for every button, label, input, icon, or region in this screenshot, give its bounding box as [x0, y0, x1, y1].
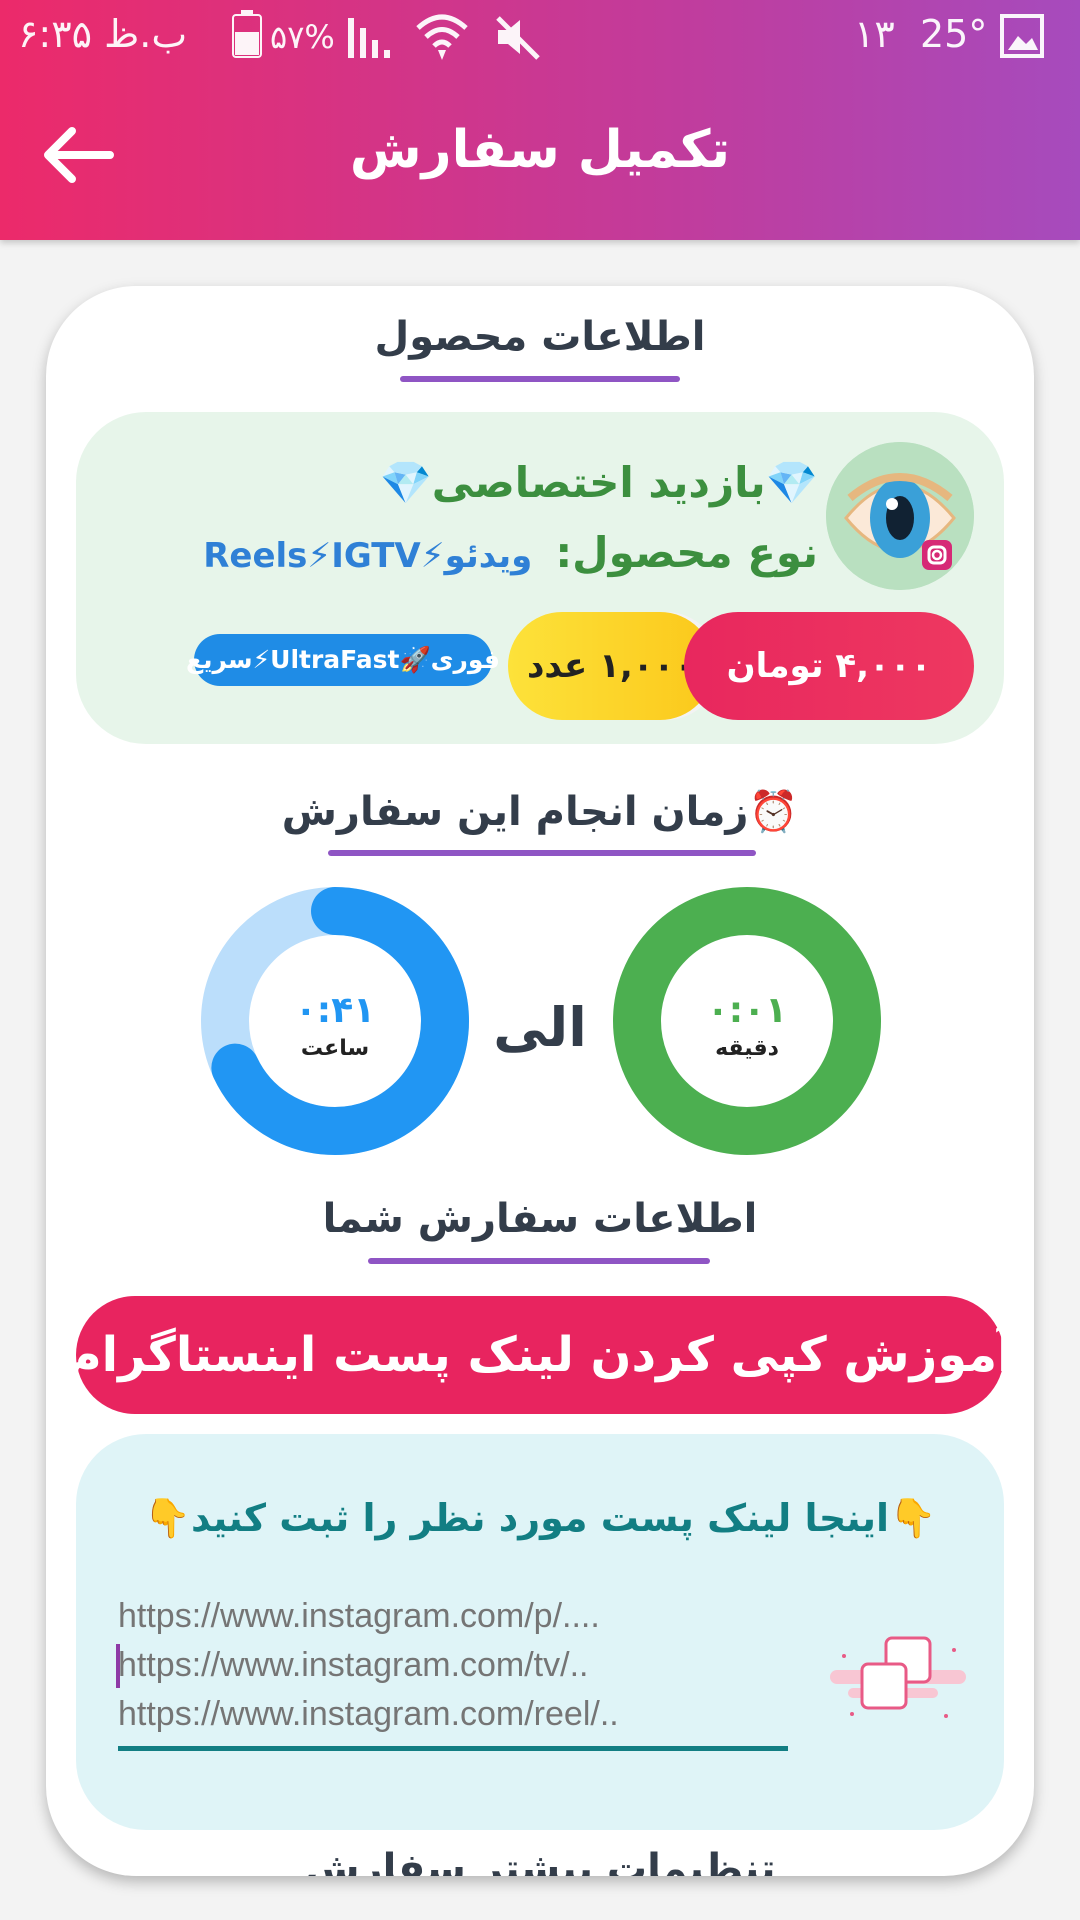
clock: ۶:۳۵ ب.ظ	[18, 12, 188, 56]
to-label: الی	[493, 996, 587, 1059]
min-time-value: ۰:۰۱	[706, 990, 788, 1031]
signal-icon	[346, 14, 396, 60]
copy-icon	[830, 1636, 966, 1718]
link-prompt: 👇اینجا لینک پست مورد نظر را ثبت کنید👇	[143, 1496, 937, 1540]
battery-icon	[232, 10, 262, 58]
status-bar: ۶:۳۵ ب.ظ ۵۷% ۱۳ 25°	[0, 0, 1080, 72]
more-settings-title: تنظیمات بیشتر سفارش	[304, 1846, 776, 1876]
product-type-value: ویدئو⚡Reels⚡IGTV	[203, 536, 533, 576]
text-caret	[116, 1644, 120, 1688]
order-section-title: اطلاعات سفارش شما	[322, 1196, 758, 1242]
min-time-ring: ۰:۰۱ دقیقه	[612, 886, 882, 1156]
price-pill: ۴,۰۰۰ تومان	[684, 612, 974, 720]
page-title: تکمیل سفارش	[349, 120, 731, 180]
paste-icon[interactable]	[828, 1630, 968, 1730]
product-name: 💎بازدید اختصاصی💎	[379, 458, 818, 507]
speed-badge: فوری🚀UltraFast⚡سریع	[186, 634, 500, 686]
input-underline	[118, 1746, 788, 1751]
battery-percent: ۵۷%	[270, 18, 335, 56]
tutorial-button[interactable]: آموزش کپی کردن لینک پست اینستاگرام	[66, 1296, 1014, 1414]
product-type: نوع محصول: ویدئو⚡Reels⚡IGTV	[203, 528, 818, 577]
wifi-icon	[414, 10, 470, 62]
order-card: اطلاعات محصول 💎بازدید اختصاصی💎 نوع محصول…	[46, 286, 1034, 1876]
temperature: 25°	[920, 12, 988, 56]
max-time-ring: ۰:۴۱ ساعت	[200, 886, 470, 1156]
notification-count: ۱۳	[854, 12, 895, 56]
product-info-box: 💎بازدید اختصاصی💎 نوع محصول: ویدئو⚡Reels⚡…	[76, 412, 1004, 744]
link-input-box: 👇اینجا لینک پست مورد نظر را ثبت کنید👇	[76, 1434, 1004, 1830]
title-underline	[368, 1258, 710, 1264]
title-underline	[400, 376, 680, 382]
gallery-icon	[1000, 14, 1044, 58]
max-time-value: ۰:۴۱	[294, 990, 376, 1031]
product-type-label: نوع محصول:	[555, 528, 818, 577]
eye-instagram-icon	[826, 442, 974, 590]
mute-icon	[494, 14, 542, 60]
product-avatar	[826, 442, 974, 590]
post-link-input[interactable]	[118, 1592, 788, 1732]
app-header: ۶:۳۵ ب.ظ ۵۷% ۱۳ 25° تکمیل سفارش	[0, 0, 1080, 240]
product-section-title: اطلاعات محصول	[374, 314, 706, 360]
min-time-unit: دقیقه	[715, 1036, 779, 1061]
time-section-title: ⏰زمان انجام این سفارش	[281, 789, 799, 835]
max-time-unit: ساعت	[300, 1036, 370, 1061]
title-underline	[328, 850, 756, 856]
